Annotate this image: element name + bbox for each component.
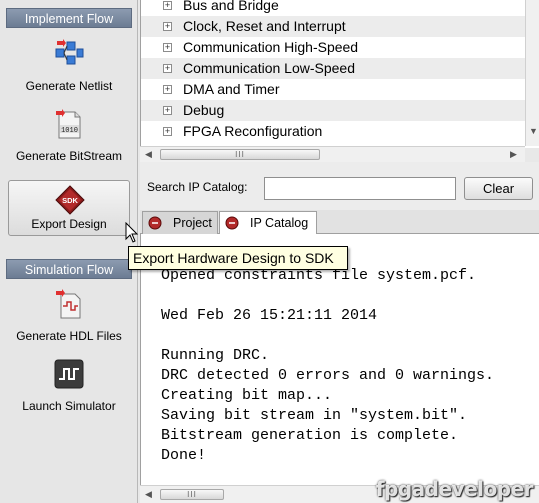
- tree-item-label: Communication Low-Speed: [183, 60, 355, 76]
- expand-icon[interactable]: +: [163, 43, 172, 52]
- tree-item-dma-and-timer[interactable]: + DMA and Timer: [141, 79, 526, 100]
- tree-item-label: FPGA Reconfiguration: [183, 123, 323, 139]
- expand-icon[interactable]: +: [163, 85, 172, 94]
- implement-flow-header: Implement Flow: [6, 8, 132, 28]
- hdl-files-icon: [56, 289, 81, 319]
- export-design-label: Export Design: [31, 217, 107, 231]
- generate-netlist-label: Generate Netlist: [25, 79, 113, 93]
- export-design-button[interactable]: SDK Export Design: [8, 180, 130, 236]
- generate-hdl-files-label: Generate HDL Files: [16, 329, 122, 343]
- tree-item-bus-and-bridge[interactable]: + Bus and Bridge: [141, 0, 526, 16]
- bitstream-icon-text: 1010: [61, 127, 78, 135]
- tree-horizontal-scrollbar[interactable]: ◀ III ▶: [140, 146, 525, 162]
- tab-project-label: Project: [173, 216, 212, 230]
- tree-item-label: DMA and Timer: [183, 81, 280, 97]
- tree-item-label: Communication High-Speed: [183, 39, 359, 55]
- simulator-icon: [54, 359, 84, 389]
- tree-item-label: Bus and Bridge: [183, 0, 279, 13]
- console-text: Opened constraints file system.pcf. Wed …: [161, 267, 495, 464]
- search-bar: Search IP Catalog: Clear: [140, 162, 539, 210]
- tree-item-fpga-reconfiguration[interactable]: + FPGA Reconfiguration: [141, 121, 526, 142]
- scroll-down-arrow-icon[interactable]: ▼: [529, 126, 538, 136]
- generate-bitstream-label: Generate BitStream: [15, 149, 123, 163]
- generate-netlist-button[interactable]: Generate Netlist: [8, 36, 130, 94]
- scroll-right-arrow-icon[interactable]: ▶: [510, 149, 517, 160]
- search-input[interactable]: [264, 177, 456, 200]
- tree-item-label: Debug: [183, 102, 225, 118]
- netlist-icon: [55, 39, 84, 65]
- expand-icon[interactable]: +: [163, 127, 172, 136]
- tab-project[interactable]: Project: [142, 211, 218, 234]
- tab-ip-catalog-label: IP Catalog: [250, 216, 309, 230]
- tree-item-communication-high-speed[interactable]: + Communication High-Speed: [141, 37, 526, 58]
- tree-item-clock-reset-interrupt[interactable]: + Clock, Reset and Interrupt: [141, 16, 526, 37]
- scroll-left-arrow-icon[interactable]: ◀: [145, 149, 152, 160]
- expand-icon[interactable]: +: [163, 22, 172, 31]
- tab-bar: Project IP Catalog: [140, 210, 539, 235]
- tab-ip-catalog[interactable]: IP Catalog: [219, 211, 317, 235]
- simulation-flow-header: Simulation Flow: [6, 259, 132, 279]
- sdk-icon-text: SDK: [62, 196, 78, 205]
- tree-item-debug[interactable]: + Debug: [141, 100, 526, 121]
- flow-panel: Implement Flow Generate Netlist 1010 Gen…: [0, 0, 138, 503]
- watermark: fpgadeveloper: [375, 477, 534, 501]
- expand-icon[interactable]: +: [163, 64, 172, 73]
- bitstream-icon: 1010: [56, 109, 81, 139]
- launch-simulator-button[interactable]: Launch Simulator: [8, 356, 130, 414]
- generate-hdl-files-button[interactable]: Generate HDL Files: [8, 286, 130, 344]
- ip-catalog-tree[interactable]: + Bus and Bridge + Clock, Reset and Inte…: [140, 0, 539, 148]
- ip-catalog-icon: [225, 216, 239, 230]
- scrollbar-thumb[interactable]: III: [160, 489, 224, 500]
- tree-item-communication-low-speed[interactable]: + Communication Low-Speed: [141, 58, 526, 79]
- mouse-cursor-icon: [125, 222, 139, 243]
- launch-simulator-label: Launch Simulator: [22, 399, 116, 413]
- xps-window: Implement Flow Generate Netlist 1010 Gen…: [0, 0, 539, 503]
- expand-icon[interactable]: +: [163, 1, 172, 10]
- tree-item-label: Clock, Reset and Interrupt: [183, 18, 346, 34]
- tooltip: Export Hardware Design to SDK: [128, 246, 348, 270]
- clear-button[interactable]: Clear: [464, 177, 533, 200]
- console-output[interactable]: Opened constraints file system.pcf. Wed …: [140, 234, 539, 503]
- search-label: Search IP Catalog:: [147, 180, 248, 194]
- scroll-left-arrow-icon[interactable]: ◀: [145, 489, 152, 500]
- tree-vertical-scrollbar[interactable]: ▼: [525, 0, 539, 146]
- project-icon: [148, 216, 162, 230]
- scrollbar-thumb[interactable]: III: [160, 149, 320, 160]
- generate-bitstream-button[interactable]: 1010 Generate BitStream: [8, 106, 130, 164]
- sdk-icon: SDK: [55, 185, 85, 215]
- expand-icon[interactable]: +: [163, 106, 172, 115]
